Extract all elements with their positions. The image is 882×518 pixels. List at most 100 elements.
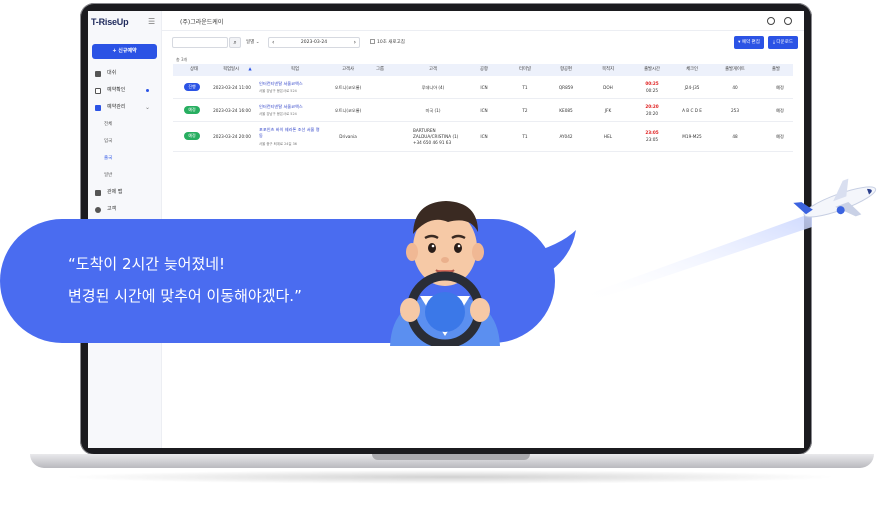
column-header[interactable]: 출발게이트 [717, 64, 753, 76]
airport-code: ICN [480, 85, 488, 90]
flight-number: AY042 [559, 134, 573, 139]
edit-reservation-button[interactable]: ▾ 예약 편집 [734, 36, 764, 49]
reservation-table: 상태 픽업일시 ▲ 픽업 고객사 그룹 고객 공항 터미널 항공편 목적지 출발… [173, 64, 793, 152]
app-logo[interactable]: T-RiseUp [91, 17, 129, 27]
departure-time-changed: 20:20 [645, 104, 659, 109]
globe-icon[interactable] [767, 17, 775, 25]
dashboard-icon [95, 71, 101, 77]
column-header[interactable]: 그룹 [369, 64, 391, 76]
table-row[interactable]: 예정 2023-03-24 20:00 포포인츠 바이 쉐라톤 조선 서울 명동… [173, 122, 793, 152]
map-icon [95, 190, 101, 196]
column-header[interactable]: 터미널 [513, 64, 537, 76]
departure-time-original: 20:20 [645, 111, 659, 116]
sidebar-item-customers[interactable]: 고객 [88, 201, 162, 218]
sidebar-subitem-departure[interactable]: 출국 [88, 150, 162, 167]
airport-code: ICN [480, 108, 488, 113]
sidebar-item-label: 관제 맵 [107, 189, 123, 195]
pickup-location[interactable]: 인터컨티넨탈 서울코엑스 [259, 81, 323, 87]
sidebar-nav: 대쉬 예약확인 예약관리 ⌄ 전체 입국 출국 일반 관제 맵 고객 [88, 65, 162, 218]
departure-gate: 48 [732, 134, 738, 139]
pickup-location[interactable]: 인터컨티넨탈 서울코엑스 [259, 104, 323, 110]
checkbox-box[interactable] [370, 39, 375, 44]
auto-refresh-checkbox[interactable]: 10초 새로고침 [370, 39, 405, 45]
destination: JFK [604, 108, 612, 113]
sidebar-item-label: 대쉬 [107, 70, 117, 76]
column-header[interactable]: 출발 [761, 64, 791, 76]
speech-line-1: “도착이 2시간 늦어졌네! [68, 255, 226, 273]
customer-name[interactable]: 루데니아 (4) [393, 85, 473, 91]
menu-icon[interactable]: ☰ [148, 17, 155, 26]
company-name: (주)그라운드케이 [180, 19, 224, 26]
status-badge: 예정 [184, 132, 200, 140]
departure-gate: 253 [731, 108, 739, 113]
column-header[interactable]: 체크인 [677, 64, 707, 76]
sidebar-item-control-map[interactable]: 관제 맵 [88, 184, 162, 201]
sidebar-item-label: 예약확인 [107, 87, 126, 93]
search-input[interactable] [172, 37, 228, 48]
column-header[interactable]: 출발시간 [635, 64, 669, 76]
status-badge: 예정 [184, 106, 200, 114]
extra-status: 예정 [776, 108, 784, 113]
airplane-trail [580, 213, 812, 305]
chevron-left-icon[interactable]: ‹ [272, 38, 274, 48]
chevron-down-icon: ⌄ [145, 104, 151, 111]
destination: HEL [603, 134, 613, 139]
status-badge: 진행 [184, 83, 200, 91]
column-header[interactable]: 상태 [181, 64, 207, 76]
sidebar-subitem-all[interactable]: 전체 [88, 116, 162, 133]
search-icon[interactable]: ⌕ [229, 37, 241, 48]
period-select[interactable]: 일별 ⌄ [246, 39, 259, 45]
customer-name[interactable]: BARTUREN ZALDUA/CRISTINA (1) +34 650 46 … [413, 128, 463, 146]
flight-number: QR859 [558, 85, 574, 90]
departure-time-changed: 00:25 [645, 81, 659, 86]
pickup-datetime: 2023-03-24 20:00 [213, 134, 251, 139]
terminal: T1 [522, 85, 528, 90]
list-icon [95, 105, 101, 111]
check-icon [95, 88, 101, 94]
table-row[interactable]: 예정 2023-03-24 16:00 인터컨티넨탈 서울코엑스 서울 강남구 … [173, 99, 793, 122]
sidebar-item-dashboard[interactable]: 대쉬 [88, 65, 162, 82]
table-row[interactable]: 진행 2023-03-24 11:00 인터컨티넨탈 서울코엑스 서울 강남구 … [173, 76, 793, 99]
edit-button-label: 예약 편집 [741, 40, 760, 45]
download-button[interactable]: ⤓ 다운로드 [768, 36, 798, 49]
sidebar-item-label: 고객 [107, 206, 117, 212]
pickup-location[interactable]: 포포인츠 바이 쉐라톤 조선 서울 명동 [259, 127, 323, 139]
users-icon [95, 207, 101, 213]
client-name: 오트니(코오롱) [334, 85, 362, 90]
pickup-datetime: 2023-03-24 11:00 [213, 85, 251, 90]
user-icon[interactable] [784, 17, 792, 25]
sidebar-item-reservation-manage[interactable]: 예약관리 ⌄ [88, 99, 162, 116]
column-header[interactable]: 고객사 [327, 64, 369, 76]
checkin-counter: M19-M25 [682, 134, 702, 139]
speech-line-2: 변경된 시간에 맞추어 이동해야겠다.” [68, 287, 302, 305]
chevron-right-icon[interactable]: › [354, 38, 356, 48]
sidebar-subitem-general[interactable]: 일반 [88, 167, 162, 184]
extra-status: 예정 [776, 134, 784, 139]
laptop-notch [372, 454, 530, 460]
departure-time-changed: 23:05 [645, 130, 659, 135]
sidebar-subitem-arrival[interactable]: 입국 [88, 133, 162, 150]
sort-asc-icon[interactable]: ▲ [247, 64, 253, 76]
departure-time-original: 00:25 [645, 88, 659, 93]
column-header[interactable]: 픽업 [265, 64, 325, 76]
new-reservation-button[interactable]: + 신규예약 [92, 44, 157, 59]
checkbox-label: 10초 새로고침 [377, 40, 405, 45]
pickup-address: 서울 강남구 봉은사로 524 [259, 112, 297, 116]
client-name: Drivania [339, 134, 357, 139]
filter-toolbar: ⌕ 일별 ⌄ ‹ 2023-03-24 › 10초 새로고침 ▾ 예약 편집 ⤓… [172, 36, 798, 50]
pickup-datetime: 2023-03-24 16:00 [213, 108, 251, 113]
top-header: (주)그라운드케이 [162, 11, 804, 31]
column-header[interactable]: 항공편 [551, 64, 581, 76]
column-header[interactable]: 공항 [473, 64, 495, 76]
table-header: 상태 픽업일시 ▲ 픽업 고객사 그룹 고객 공항 터미널 항공편 목적지 출발… [173, 64, 793, 76]
checkin-counter: J24-J35 [684, 85, 700, 90]
customer-name[interactable]: 미국 (1) [393, 108, 473, 114]
pickup-address: 서울 중구 퇴계로 24길 36 [259, 142, 297, 146]
sidebar-item-label: 예약관리 [107, 104, 126, 110]
column-header[interactable]: 목적지 [593, 64, 623, 76]
column-header[interactable]: 픽업일시 [213, 64, 249, 76]
checkin-counter: A B C D E [682, 108, 702, 113]
sidebar-item-reservation-check[interactable]: 예약확인 [88, 82, 162, 99]
date-value[interactable]: 2023-03-24 [301, 40, 327, 45]
column-header[interactable]: 고객 [393, 64, 473, 76]
